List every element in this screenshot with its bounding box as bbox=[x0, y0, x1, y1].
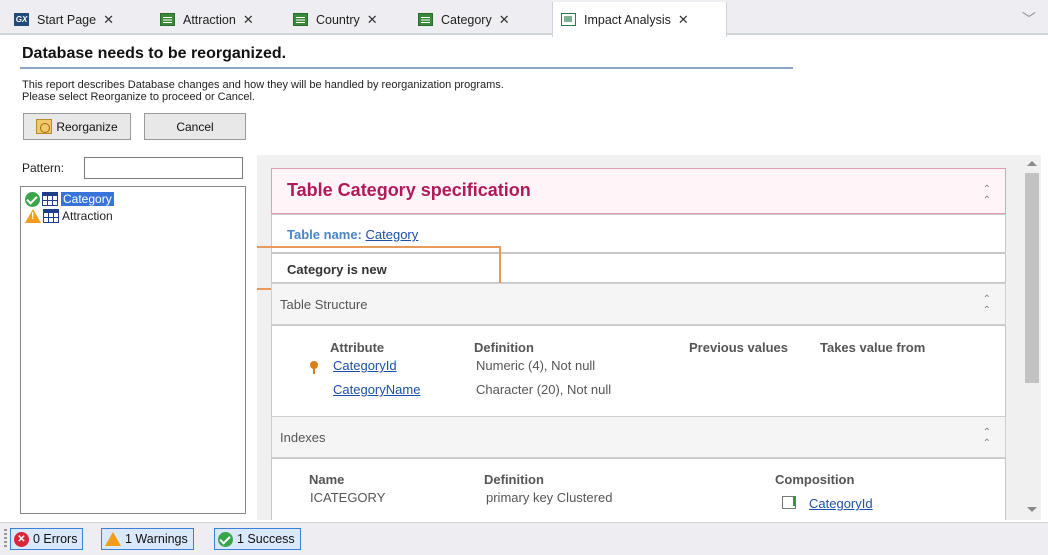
reorganize-label: Reorganize bbox=[56, 119, 118, 134]
key-icon bbox=[310, 361, 318, 374]
error-icon: ✕ bbox=[14, 531, 29, 547]
title-divider bbox=[20, 67, 793, 69]
success-icon bbox=[25, 191, 40, 207]
pattern-label: Pattern: bbox=[22, 161, 65, 175]
description-line: This report describes Database changes a… bbox=[22, 79, 504, 91]
vertical-scrollbar[interactable] bbox=[1023, 155, 1041, 520]
warning-icon bbox=[25, 209, 41, 223]
composition-icon bbox=[782, 496, 796, 509]
tab-label: Category bbox=[441, 12, 492, 27]
close-icon[interactable]: ✕ bbox=[499, 12, 510, 28]
transaction-icon bbox=[293, 13, 308, 26]
column-header: Composition bbox=[775, 472, 855, 487]
reorganize-icon bbox=[36, 119, 53, 134]
collapse-icon[interactable]: ⌃ ⌃ bbox=[983, 294, 991, 316]
section-label: Table Structure bbox=[280, 297, 368, 312]
page-title: Database needs to be reorganized. bbox=[22, 45, 287, 62]
tree-item-label: Attraction bbox=[62, 209, 113, 223]
scroll-thumb[interactable] bbox=[1025, 173, 1039, 383]
tree-item-label: Category bbox=[61, 192, 114, 206]
attribute-link[interactable]: CategoryName bbox=[333, 382, 420, 397]
table-name-link[interactable]: Category bbox=[366, 227, 419, 242]
object-tree: Category Attraction bbox=[20, 186, 246, 514]
success-filter-button[interactable]: 1 Success bbox=[214, 528, 301, 550]
tab-label: Impact Analysis bbox=[584, 12, 671, 27]
tab-country[interactable]: Country ✕ bbox=[285, 4, 378, 35]
table-icon bbox=[43, 209, 59, 223]
tab-impact-analysis[interactable]: Impact Analysis ✕ bbox=[552, 2, 727, 37]
tab-category[interactable]: Category ✕ bbox=[410, 4, 510, 35]
column-header: Previous values bbox=[689, 340, 788, 355]
warnings-count: 1 Warnings bbox=[125, 532, 188, 546]
errors-filter-button[interactable]: ✕ 0 Errors bbox=[10, 528, 84, 550]
spec-title: Table Category specification bbox=[287, 180, 531, 200]
collapse-icon[interactable]: ⌃ ⌃ bbox=[983, 184, 991, 206]
warnings-filter-button[interactable]: 1 Warnings bbox=[101, 528, 194, 550]
close-icon[interactable]: ✕ bbox=[243, 12, 254, 28]
index-definition: primary key Clustered bbox=[486, 490, 613, 505]
tab-label: Start Page bbox=[37, 12, 97, 27]
column-header: Name bbox=[309, 472, 345, 487]
column-header: Takes value from bbox=[820, 340, 926, 355]
table-structure-header[interactable]: Table Structure ⌃ ⌃ bbox=[271, 283, 1006, 325]
section-label: Indexes bbox=[280, 430, 326, 445]
attribute-definition: Character (20), Not null bbox=[476, 382, 612, 397]
description: This report describes Database changes a… bbox=[22, 79, 504, 103]
tab-attraction[interactable]: Attraction ✕ bbox=[152, 4, 254, 35]
cancel-button[interactable]: Cancel bbox=[144, 113, 246, 140]
report-panel: Table Category specification ⌃ ⌃ Table na… bbox=[257, 155, 1023, 520]
grip-icon bbox=[4, 529, 7, 549]
tab-label: Country bbox=[316, 12, 360, 27]
tab-label: Attraction bbox=[183, 12, 236, 27]
table-structure-body: Attribute Definition Previous values Tak… bbox=[271, 325, 1006, 417]
document-tab-strip: GX Start Page ✕ Attraction ✕ Country ✕ C… bbox=[0, 0, 1048, 37]
transaction-icon bbox=[160, 13, 175, 26]
attribute-link[interactable]: CategoryId bbox=[333, 358, 397, 373]
spec-header: Table Category specification ⌃ ⌃ bbox=[271, 168, 1006, 214]
indexes-header[interactable]: Indexes ⌃ ⌃ bbox=[271, 416, 1006, 458]
description-line: Please select Reorganize to proceed or C… bbox=[22, 91, 255, 103]
table-icon bbox=[42, 192, 58, 206]
indexes-body: Name Definition Composition ICATEGORY pr… bbox=[271, 458, 1006, 520]
composition-link[interactable]: CategoryId bbox=[809, 496, 873, 511]
tree-item-attraction[interactable]: Attraction bbox=[25, 208, 113, 224]
success-count: 1 Success bbox=[237, 532, 295, 546]
collapse-icon[interactable]: ⌃ ⌃ bbox=[983, 427, 991, 449]
reorganize-button[interactable]: Reorganize bbox=[23, 113, 131, 140]
close-icon[interactable]: ✕ bbox=[367, 12, 378, 28]
column-header: Definition bbox=[474, 340, 534, 355]
tab-start-page[interactable]: GX Start Page ✕ bbox=[6, 4, 114, 35]
scroll-up-icon[interactable] bbox=[1027, 161, 1037, 166]
attribute-definition: Numeric (4), Not null bbox=[476, 358, 596, 373]
impact-analysis-icon bbox=[561, 13, 576, 26]
transaction-icon bbox=[418, 13, 433, 26]
errors-count: 0 Errors bbox=[33, 532, 78, 546]
success-icon bbox=[218, 531, 233, 547]
scroll-down-icon[interactable] bbox=[1027, 507, 1037, 512]
tab-overflow-chevron-icon[interactable]: ﹀ bbox=[1022, 9, 1036, 29]
index-name: ICATEGORY bbox=[310, 490, 386, 505]
warning-icon bbox=[105, 532, 121, 546]
column-header: Attribute bbox=[330, 340, 385, 355]
close-icon[interactable]: ✕ bbox=[103, 12, 114, 28]
tree-item-category[interactable]: Category bbox=[25, 191, 114, 207]
pattern-input[interactable] bbox=[84, 157, 243, 179]
table-name-label: Table name: Category bbox=[287, 227, 418, 242]
column-header: Definition bbox=[484, 472, 544, 487]
gx-icon: GX bbox=[14, 13, 29, 26]
table-name-caption: Table name: bbox=[287, 227, 362, 242]
close-icon[interactable]: ✕ bbox=[678, 12, 689, 28]
status-bar: ✕ 0 Errors 1 Warnings 1 Success bbox=[0, 522, 1048, 555]
